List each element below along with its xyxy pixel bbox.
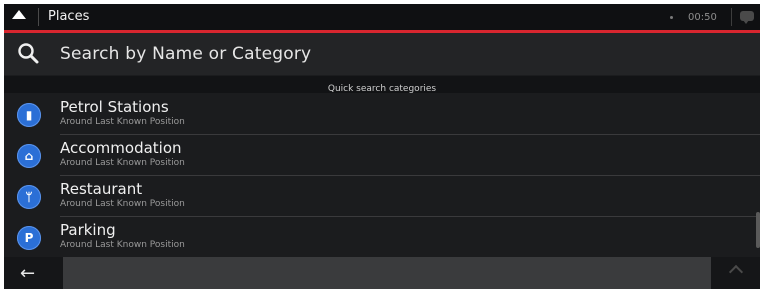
title-bar: Places 00:50 — [4, 4, 760, 33]
left-arrow-icon: ← — [20, 263, 36, 284]
scroll-up-button[interactable] — [711, 257, 760, 289]
divider — [731, 8, 732, 26]
list-item-parking[interactable]: P Parking Around Last Known Position — [4, 217, 760, 258]
bed-icon: ⌂ — [17, 144, 41, 168]
list-item-subtitle: Around Last Known Position — [60, 240, 185, 250]
cutlery-icon: ᛘ — [17, 185, 41, 209]
list-item-title: Restaurant — [60, 180, 143, 198]
message-icon[interactable] — [740, 11, 754, 24]
list-item-title: Accommodation — [60, 139, 182, 157]
search-icon — [18, 43, 39, 64]
section-header: Quick search categories — [4, 76, 760, 94]
list-item-subtitle: Around Last Known Position — [60, 199, 185, 209]
divider — [38, 8, 39, 26]
places-screen: Places 00:50 Search by Name or Category … — [4, 4, 760, 289]
chevron-up-icon — [728, 264, 744, 280]
page-title: Places — [48, 9, 90, 24]
bottom-bar: ← — [4, 257, 760, 289]
list-item-title: Parking — [60, 221, 116, 239]
list-item-subtitle: Around Last Known Position — [60, 158, 185, 168]
list-item-restaurant[interactable]: ᛘ Restaurant Around Last Known Position — [4, 176, 760, 217]
list-item-subtitle: Around Last Known Position — [60, 117, 185, 127]
bottom-panel — [63, 257, 711, 289]
parking-icon: P — [17, 226, 41, 250]
list-item-accommodation[interactable]: ⌂ Accommodation Around Last Known Positi… — [4, 135, 760, 176]
fuel-pump-icon: ▮ — [17, 103, 41, 127]
search-bar[interactable]: Search by Name or Category — [4, 33, 760, 75]
category-list: ▮ Petrol Stations Around Last Known Posi… — [4, 94, 760, 257]
list-item-petrol-stations[interactable]: ▮ Petrol Stations Around Last Known Posi… — [4, 94, 760, 135]
search-input[interactable]: Search by Name or Category — [60, 44, 311, 64]
list-item-title: Petrol Stations — [60, 98, 169, 116]
scrollbar[interactable] — [756, 212, 760, 248]
back-button[interactable]: ← — [4, 257, 60, 289]
back-arrow-icon[interactable] — [12, 10, 26, 19]
section-header-label: Quick search categories — [327, 84, 437, 94]
gps-icon — [670, 16, 673, 19]
clock: 00:50 — [688, 12, 717, 23]
